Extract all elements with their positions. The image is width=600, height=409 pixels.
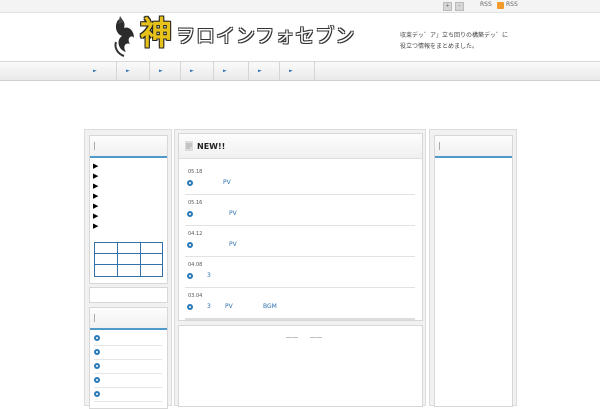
search-box[interactable] [89, 287, 168, 303]
rss-icon[interactable] [497, 2, 504, 9]
news-link[interactable]: PV [229, 241, 237, 248]
news-date: 05.18 [188, 169, 203, 175]
circle-arrow-icon [187, 273, 193, 279]
list-item[interactable] [94, 374, 162, 388]
news-date: 04.08 [188, 262, 203, 268]
circle-arrow-icon [187, 242, 193, 248]
sidebar-menu-box: ▶ ▶ ▶ ▶ ▶ ▶ ▶ [89, 135, 168, 284]
logo-title: ヲロインフォセブン [176, 25, 356, 47]
arrow-right-icon: ► [93, 68, 97, 74]
nav-item[interactable]: ► [117, 62, 150, 80]
triangle-icon[interactable]: ▶ [93, 222, 98, 230]
nav-item[interactable]: ► [150, 62, 181, 80]
news-date: 04.12 [188, 231, 203, 237]
arrow-right-icon: ► [258, 68, 262, 74]
news-row[interactable]: 05.18 PV [185, 164, 415, 195]
triangle-icon[interactable]: ▶ [93, 182, 98, 190]
document-icon [185, 141, 193, 151]
circle-arrow-icon [94, 391, 100, 397]
news-link[interactable]: 3 [207, 272, 211, 279]
nav-item[interactable]: ► [280, 62, 315, 80]
placeholder-text: —— [310, 334, 322, 341]
rss-link[interactable]: RSS [506, 1, 518, 8]
news-date: 03.04 [188, 293, 203, 299]
news-date: 05.16 [188, 200, 203, 206]
site-logo[interactable]: 神 ヲロインフォセブン [112, 12, 372, 58]
news-link[interactable]: PV [229, 210, 237, 217]
main-content: NEW!! 05.18 PV 05.16 PV 04.12 PV 04.08 3… [174, 129, 426, 407]
news-header: NEW!! [179, 134, 422, 159]
nav-item[interactable]: ► [181, 62, 214, 80]
rss-link[interactable]: RSS [480, 1, 492, 8]
news-row[interactable]: 03.04 3 PV BGM [185, 288, 415, 320]
sidebar-links-box [89, 307, 168, 409]
circle-arrow-icon [187, 304, 193, 310]
main-nav: ► ► ► ► ► ► ► [0, 61, 600, 81]
box-header [90, 308, 167, 330]
triangle-icon[interactable]: ▶ [93, 212, 98, 220]
circle-arrow-icon [187, 211, 193, 217]
nav-item[interactable]: ► [214, 62, 249, 80]
calendar-table [94, 242, 163, 277]
triangle-icon[interactable]: ▶ [93, 172, 98, 180]
circle-arrow-icon [94, 335, 100, 341]
site-tagline: 収束デッ゛ア」立ち回りの構築デッ゛に 役立つ情報をまとめました。 [400, 30, 510, 52]
arrow-right-icon: ► [223, 68, 227, 74]
news-row[interactable]: 04.08 3 [185, 257, 415, 288]
arrow-right-icon: ► [126, 68, 130, 74]
triangle-icon[interactable]: ▶ [93, 192, 98, 200]
placeholder-text: —— [286, 334, 298, 341]
box-header [90, 136, 167, 158]
list-item[interactable] [94, 332, 162, 346]
content-box: —— —— [178, 325, 423, 407]
circle-arrow-icon [187, 180, 193, 186]
news-link[interactable]: 3 [207, 303, 211, 310]
nav-item[interactable]: ► [249, 62, 280, 80]
news-row[interactable]: 04.12 PV [185, 226, 415, 257]
left-sidebar: ▶ ▶ ▶ ▶ ▶ ▶ ▶ [84, 129, 172, 409]
right-sidebar [429, 129, 517, 407]
news-link[interactable]: BGM [263, 303, 277, 310]
right-sidebar-box [434, 135, 513, 407]
tagline-line: 収束デッ゛ア」立ち回りの構築デッ゛に [400, 32, 509, 39]
small-button-icon[interactable]: + [443, 2, 452, 11]
triangle-icon[interactable]: ▶ [93, 202, 98, 210]
circle-arrow-icon [94, 377, 100, 383]
arrow-right-icon: ► [289, 68, 293, 74]
list-item[interactable] [94, 346, 162, 360]
news-title: NEW!! [197, 142, 226, 151]
box-header [435, 136, 512, 158]
arrow-right-icon: ► [159, 68, 163, 74]
tagline-line: 役立つ情報をまとめました。 [400, 43, 479, 50]
nav-item[interactable]: ► [84, 62, 117, 80]
circle-arrow-icon [94, 363, 100, 369]
small-button-icon[interactable]: - [455, 2, 464, 11]
arrow-right-icon: ► [190, 68, 194, 74]
circle-arrow-icon [94, 349, 100, 355]
news-box: NEW!! 05.18 PV 05.16 PV 04.12 PV 04.08 3… [178, 133, 423, 321]
triangle-icon[interactable]: ▶ [93, 162, 98, 170]
news-row[interactable]: 05.16 PV [185, 195, 415, 226]
logo-kanji: 神 [140, 14, 173, 52]
news-link[interactable]: PV [223, 179, 231, 186]
list-item[interactable] [94, 360, 162, 374]
news-link[interactable]: PV [225, 303, 233, 310]
